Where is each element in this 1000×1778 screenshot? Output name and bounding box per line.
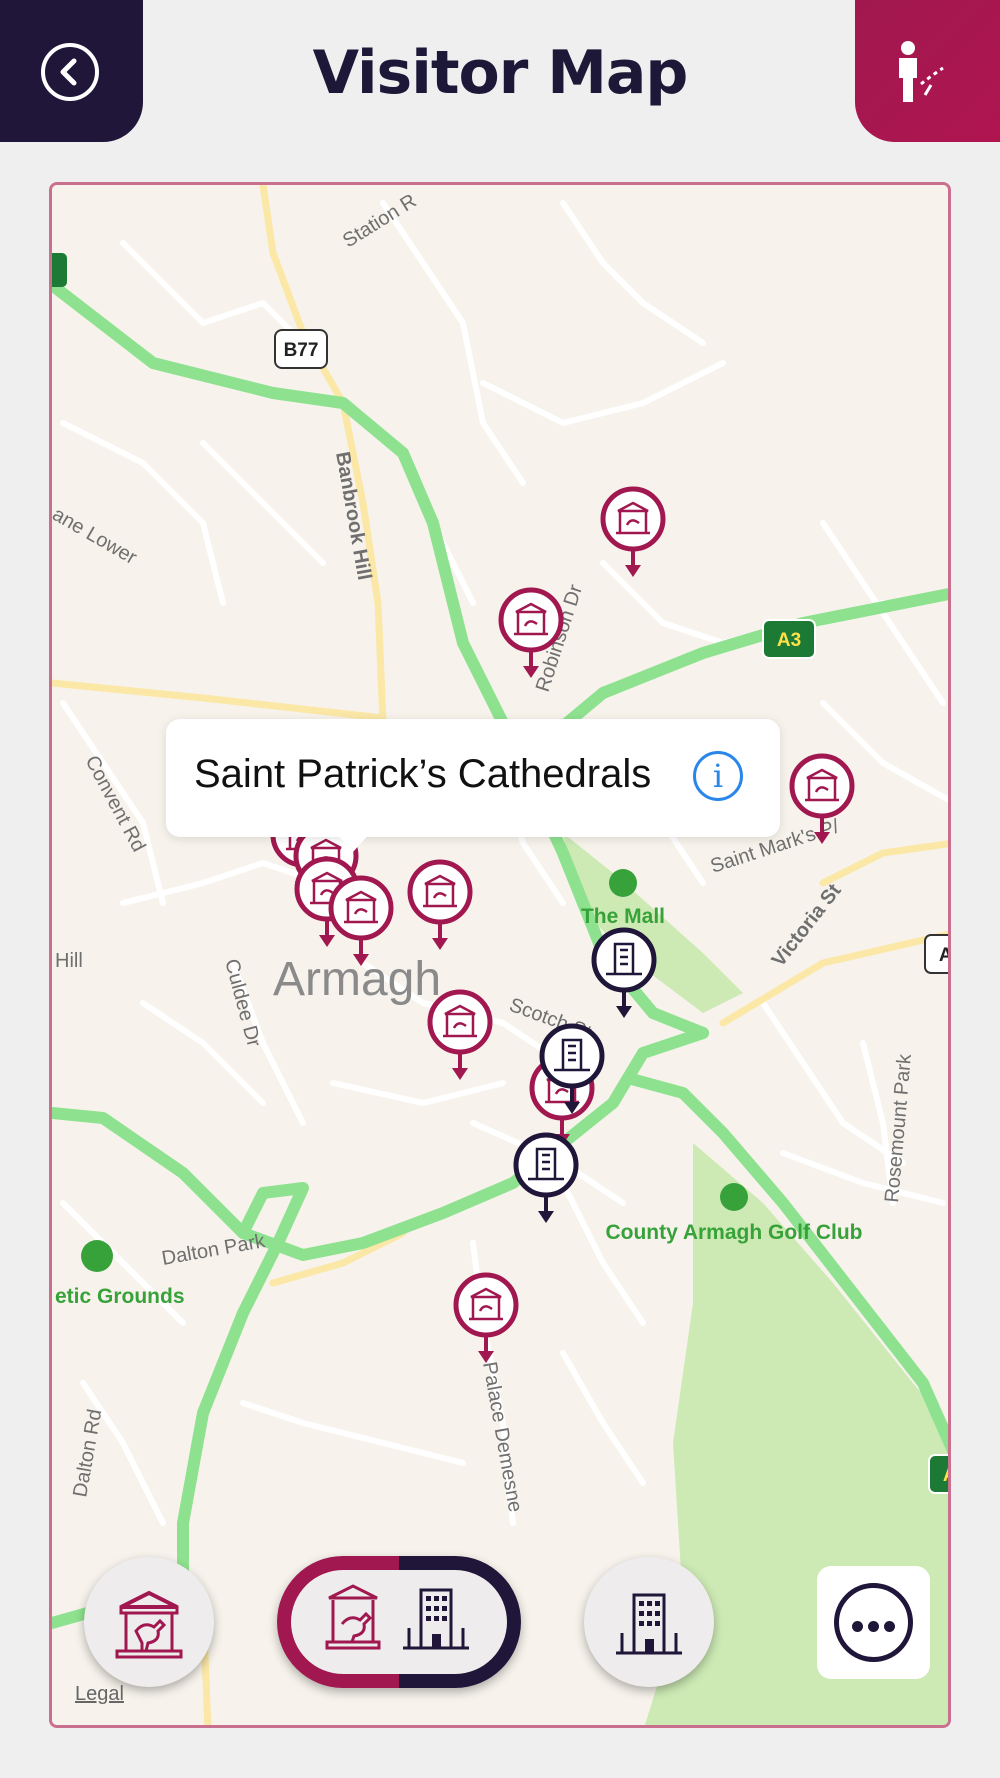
all-filter-inner — [291, 1570, 507, 1674]
page-title: Visitor Map — [312, 38, 689, 108]
shield-a5: A5 — [924, 934, 951, 974]
more-icon — [834, 1583, 913, 1662]
more-dot — [868, 1621, 879, 1632]
shield-label: A3 — [777, 630, 801, 651]
more-dot — [852, 1621, 863, 1632]
visitor-walking-icon[interactable] — [855, 0, 1000, 142]
more-dot — [884, 1621, 895, 1632]
carousel-and-hotel-icon — [325, 1584, 469, 1650]
shield-label: A3 — [943, 1465, 951, 1486]
hotel-icon — [616, 1593, 682, 1655]
poi-label: The Mall — [581, 905, 665, 928]
map-canvas[interactable]: B77 A3 A5 A3 Station R Banbrook Hill ane… — [52, 185, 951, 1728]
visitor-button-panel[interactable] — [855, 0, 1000, 142]
attractions-filter-button[interactable] — [84, 1557, 214, 1687]
info-icon[interactable]: i — [693, 751, 743, 801]
poi-label: County Armagh Golf Club — [605, 1221, 862, 1244]
shield-label: B77 — [284, 340, 319, 361]
all-filter-button[interactable] — [277, 1556, 521, 1688]
shield-a3-south: A3 — [928, 1454, 951, 1494]
poi-label: etic Grounds — [55, 1285, 185, 1308]
stadium-icon — [81, 1240, 113, 1272]
legal-link[interactable]: Legal — [75, 1683, 124, 1706]
carousel-icon — [115, 1590, 183, 1659]
shield-partial — [52, 253, 67, 287]
more-button[interactable] — [817, 1566, 930, 1679]
map-view[interactable]: B77 A3 A5 A3 Station R Banbrook Hill ane… — [49, 182, 951, 1728]
hotels-filter-button[interactable] — [584, 1557, 714, 1687]
shield-b77: B77 — [274, 329, 328, 369]
shield-label: A5 — [939, 945, 951, 966]
callout-tail — [335, 832, 371, 852]
road-label: Hill — [55, 950, 83, 972]
tree-icon — [609, 869, 637, 897]
marker-callout[interactable]: Saint Patrick’s Cathedrals i — [166, 719, 780, 837]
callout-title: Saint Patrick’s Cathedrals — [194, 752, 652, 796]
town-label: Armagh — [273, 953, 441, 1006]
shield-a3: A3 — [762, 619, 816, 659]
golf-icon — [720, 1183, 748, 1211]
